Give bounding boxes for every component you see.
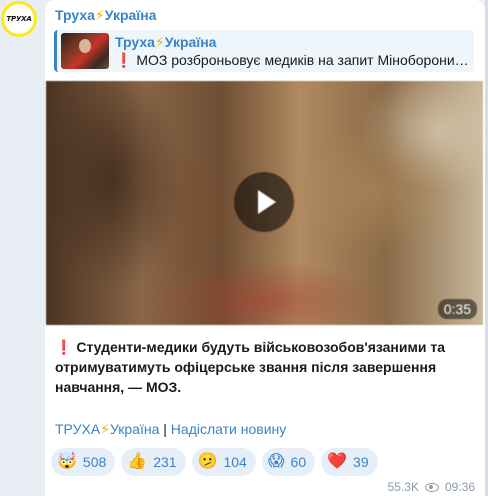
channel-link-text: ТРУХА (55, 421, 101, 437)
play-button[interactable] (234, 172, 294, 232)
exclamation-icon: ❗ (55, 339, 73, 355)
link-separator: | (159, 421, 171, 437)
reply-text: ❗ МОЗ розброньовує медиків на запит Міно… (115, 52, 471, 69)
exclamation-icon: ❗ (115, 52, 133, 68)
reactions-bar: 🤯 508 👍 231 🫤 104 😱 60 ❤️ 39 (51, 448, 378, 476)
channel-link-suffix: Україна (110, 421, 160, 437)
bolt-icon: ⚡ (100, 421, 110, 437)
heart-icon: ❤️ (327, 453, 348, 470)
reaction-count: 508 (82, 454, 107, 470)
footer-links: ТРУХА⚡Україна | Надіслати новину (55, 421, 286, 438)
channel-avatar[interactable]: ТРУХА (1, 1, 37, 37)
exploding-head-icon: 🤯 (57, 453, 77, 470)
channel-name[interactable]: Труха⚡Україна (55, 7, 156, 24)
message-bubble: Труха⚡Україна Труха⚡Україна ❗ МОЗ розбро… (45, 0, 485, 496)
reaction-count: 104 (223, 454, 247, 470)
reaction-count: 60 (290, 454, 307, 470)
message-time: 09:36 (444, 480, 475, 494)
bolt-icon: ⚡ (94, 7, 105, 23)
video-player[interactable]: 0:35 (46, 81, 483, 325)
reply-preview[interactable]: Труха⚡Україна ❗ МОЗ розброньовує медиків… (54, 30, 474, 72)
thumbs-up-icon: 👍 (127, 453, 148, 470)
video-duration: 0:35 (437, 299, 477, 319)
message-text-body: Студенти-медики будуть військовозобов'яз… (55, 339, 445, 395)
channel-link[interactable]: ТРУХА⚡Україна (55, 421, 159, 437)
reaction-count: 231 (153, 454, 177, 470)
reply-title-text: Труха (115, 34, 155, 50)
bolt-icon: ⚡ (154, 34, 165, 50)
reaction-count: 39 (353, 454, 369, 470)
channel-name-suffix: Україна (104, 7, 157, 23)
message-meta: 55.3K 09:36 (388, 480, 475, 494)
reply-text-body: МОЗ розброньовує медиків на запит Мінобо… (136, 52, 471, 68)
reaction-diagonal-mouth[interactable]: 🫤 104 (191, 448, 256, 476)
reply-title-suffix: Україна (164, 34, 217, 50)
reply-title: Труха⚡Україна (115, 34, 216, 51)
avatar-logo: ТРУХА (4, 4, 34, 34)
reaction-thumbs-up[interactable]: 👍 231 (121, 448, 186, 476)
reaction-scream[interactable]: 😱 60 (261, 448, 316, 476)
scream-icon: 😱 (267, 453, 285, 470)
reaction-exploding-head[interactable]: 🤯 508 (51, 448, 116, 476)
reply-thumbnail (61, 33, 109, 69)
diagonal-mouth-icon: 🫤 (197, 453, 218, 470)
send-news-link[interactable]: Надіслати новину (171, 421, 286, 437)
message-text: ❗ Студенти-медики будуть військовозобов'… (55, 337, 475, 397)
reaction-heart[interactable]: ❤️ 39 (321, 448, 378, 476)
channel-name-text: Труха (55, 7, 95, 23)
eye-icon (424, 482, 439, 492)
view-count: 55.3K (387, 480, 419, 494)
